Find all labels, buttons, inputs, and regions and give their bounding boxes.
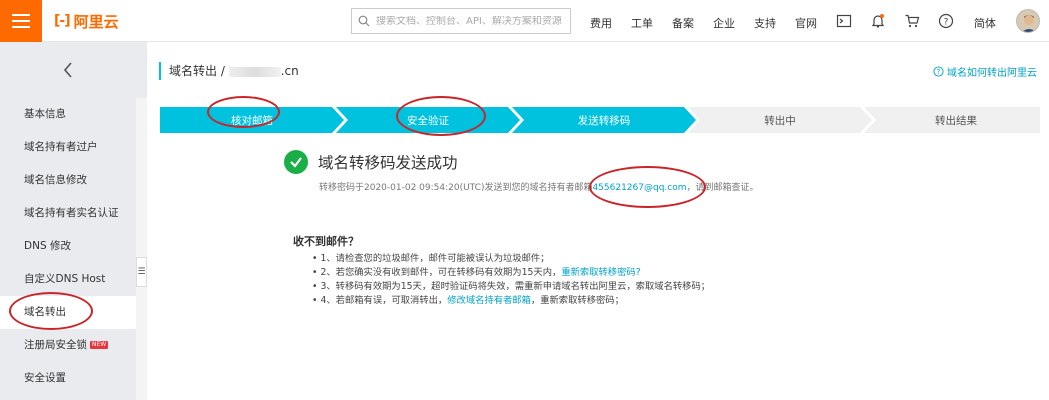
success-header: 域名转移码发送成功: [284, 150, 458, 174]
help-item-text: • 2、若您确实没有收到邮件，可在转移码有效期为15天内，: [312, 267, 562, 278]
breadcrumb-prefix: 域名转出 /: [169, 64, 229, 78]
menu-icon[interactable]: [0, 0, 42, 42]
annotation-circle: [589, 166, 706, 208]
logo[interactable]: [-] 阿里云: [54, 11, 119, 31]
step-5-label: 转出结果: [935, 115, 977, 127]
list-item: • 4、若邮箱有误，可取消转出，修改域名持有者邮箱，重新索取转移密码；: [312, 294, 710, 308]
sidebar-item-security[interactable]: 安全设置: [0, 362, 136, 395]
new-badge: NEW: [90, 341, 109, 349]
breadcrumb-suffix: .cn: [280, 64, 299, 78]
svg-text:?: ?: [937, 68, 941, 76]
step-3-label: 发送转移码: [577, 115, 631, 127]
sidebar-toggle-handle[interactable]: ☰: [136, 257, 147, 287]
nav-fees[interactable]: 费用: [590, 15, 612, 31]
search-input[interactable]: [376, 15, 566, 27]
avatar-icon: [1017, 10, 1039, 32]
help-link[interactable]: ? 域名如何转出阿里云: [933, 64, 1037, 79]
sidebar-menu: 基本信息 域名持有者过户 域名信息修改 域名持有者实名认证 DNS 修改 自定义…: [0, 98, 136, 395]
nav-official-site[interactable]: 官网: [795, 15, 817, 31]
help-item-text: • 4、若邮箱有误，可取消转出，: [312, 295, 448, 306]
list-item: • 2、若您确实没有收到邮件，可在转移码有效期为15天内，重新索取转移密码?: [312, 266, 710, 280]
help-item-text: • 3、转移码有效期为15天，超时验证码将失效，需重新申请域名转出阿里云，索取域…: [312, 281, 711, 292]
search-icon: [358, 15, 370, 27]
sidebar-item-info-modify[interactable]: 域名信息修改: [0, 164, 136, 197]
search-box[interactable]: [351, 8, 571, 34]
help-item-text: • 1、请检查您的垃圾邮件，邮件可能被误认为垃圾邮件；: [312, 253, 550, 264]
sidebar-item-label: 自定义DNS Host: [24, 273, 106, 285]
check-circle-icon: [284, 150, 308, 174]
sidebar-item-custom-dns-host[interactable]: 自定义DNS Host: [0, 263, 136, 296]
sidebar-item-label: 注册局安全锁: [24, 339, 87, 351]
chevron-left-icon: [63, 62, 72, 78]
list-icon: ☰: [137, 267, 146, 277]
sidebar-scrollbar[interactable]: [136, 98, 147, 400]
step-4-label: 转出中: [764, 115, 796, 127]
sidebar-item-label: 域名信息修改: [24, 174, 87, 186]
resend-code-link[interactable]: 重新索取转移密码?: [561, 267, 640, 278]
annotation-circle: [396, 96, 486, 136]
logo-text: 阿里云: [73, 12, 119, 31]
cart-icon[interactable]: [904, 13, 920, 29]
terminal-icon[interactable]: [836, 13, 852, 29]
collapse-sidebar-button[interactable]: [0, 42, 136, 98]
help-item-suffix: ，重新索取转移密码；: [530, 295, 624, 306]
bell-icon[interactable]: [870, 13, 886, 29]
avatar[interactable]: [1016, 9, 1040, 33]
sidebar-item-holder-transfer[interactable]: 域名持有者过户: [0, 131, 136, 164]
sidebar-item-label: DNS 修改: [24, 240, 71, 252]
sidebar-item-label: 域名持有者实名认证: [24, 207, 119, 219]
sidebar-item-basic-info[interactable]: 基本信息: [0, 98, 136, 131]
breadcrumb: 域名转出 / .cn: [159, 62, 299, 80]
sidebar: 基本信息 域名持有者过户 域名信息修改 域名持有者实名认证 DNS 修改 自定义…: [0, 42, 147, 400]
help-title: 收不到邮件？: [293, 235, 359, 248]
question-circle-icon: ?: [933, 66, 944, 77]
help-list: • 1、请检查您的垃圾邮件，邮件可能被误认为垃圾邮件； • 2、若您确实没有收到…: [312, 252, 710, 308]
nav-tickets[interactable]: 工单: [631, 15, 653, 31]
sidebar-item-realname[interactable]: 域名持有者实名认证: [0, 197, 136, 230]
sidebar-item-label: 域名持有者过户: [24, 141, 98, 153]
modify-email-link[interactable]: 修改域名持有者邮箱: [447, 295, 531, 306]
list-item: • 1、请检查您的垃圾邮件，邮件可能被误认为垃圾邮件；: [312, 252, 710, 266]
svg-text:?: ?: [944, 18, 949, 28]
nav-icp[interactable]: 备案: [672, 15, 694, 31]
top-bar: [-] 阿里云 费用 工单 备案 企业 支持 官网 ? 简体: [0, 0, 1049, 42]
sidebar-item-registry-lock[interactable]: 注册局安全锁 NEW: [0, 329, 136, 362]
annotation-circle: [207, 96, 280, 128]
sidebar-item-label: 安全设置: [24, 372, 66, 384]
nav-enterprise[interactable]: 企业: [713, 15, 735, 31]
annotation-circle: [9, 292, 93, 330]
success-title: 域名转移码发送成功: [318, 154, 458, 172]
redacted-domain: [228, 66, 281, 77]
sidebar-item-label: 基本信息: [24, 108, 66, 120]
progress-steps: 核对邮箱 安全验证 发送转移码 转出中 转出结果: [160, 107, 1040, 133]
help-link-text: 域名如何转出阿里云: [947, 68, 1037, 79]
list-item: • 3、转移码有效期为15天，超时验证码将失效，需重新申请域名转出阿里云，索取域…: [312, 280, 710, 294]
success-desc-text: 转移密码于2020-01-02 09:54:20(UTC)发送到您的域名持有者邮…: [319, 183, 593, 193]
help-icon[interactable]: ?: [938, 13, 954, 29]
nav-support[interactable]: 支持: [754, 15, 776, 31]
language-switch[interactable]: 简体: [974, 15, 996, 31]
sidebar-item-dns[interactable]: DNS 修改: [0, 230, 136, 263]
logo-mark-icon: [-]: [54, 13, 71, 29]
main-content: 域名转出 / .cn ? 域名如何转出阿里云 核对邮箱 安全验证 发送转移码 转…: [147, 42, 1049, 400]
